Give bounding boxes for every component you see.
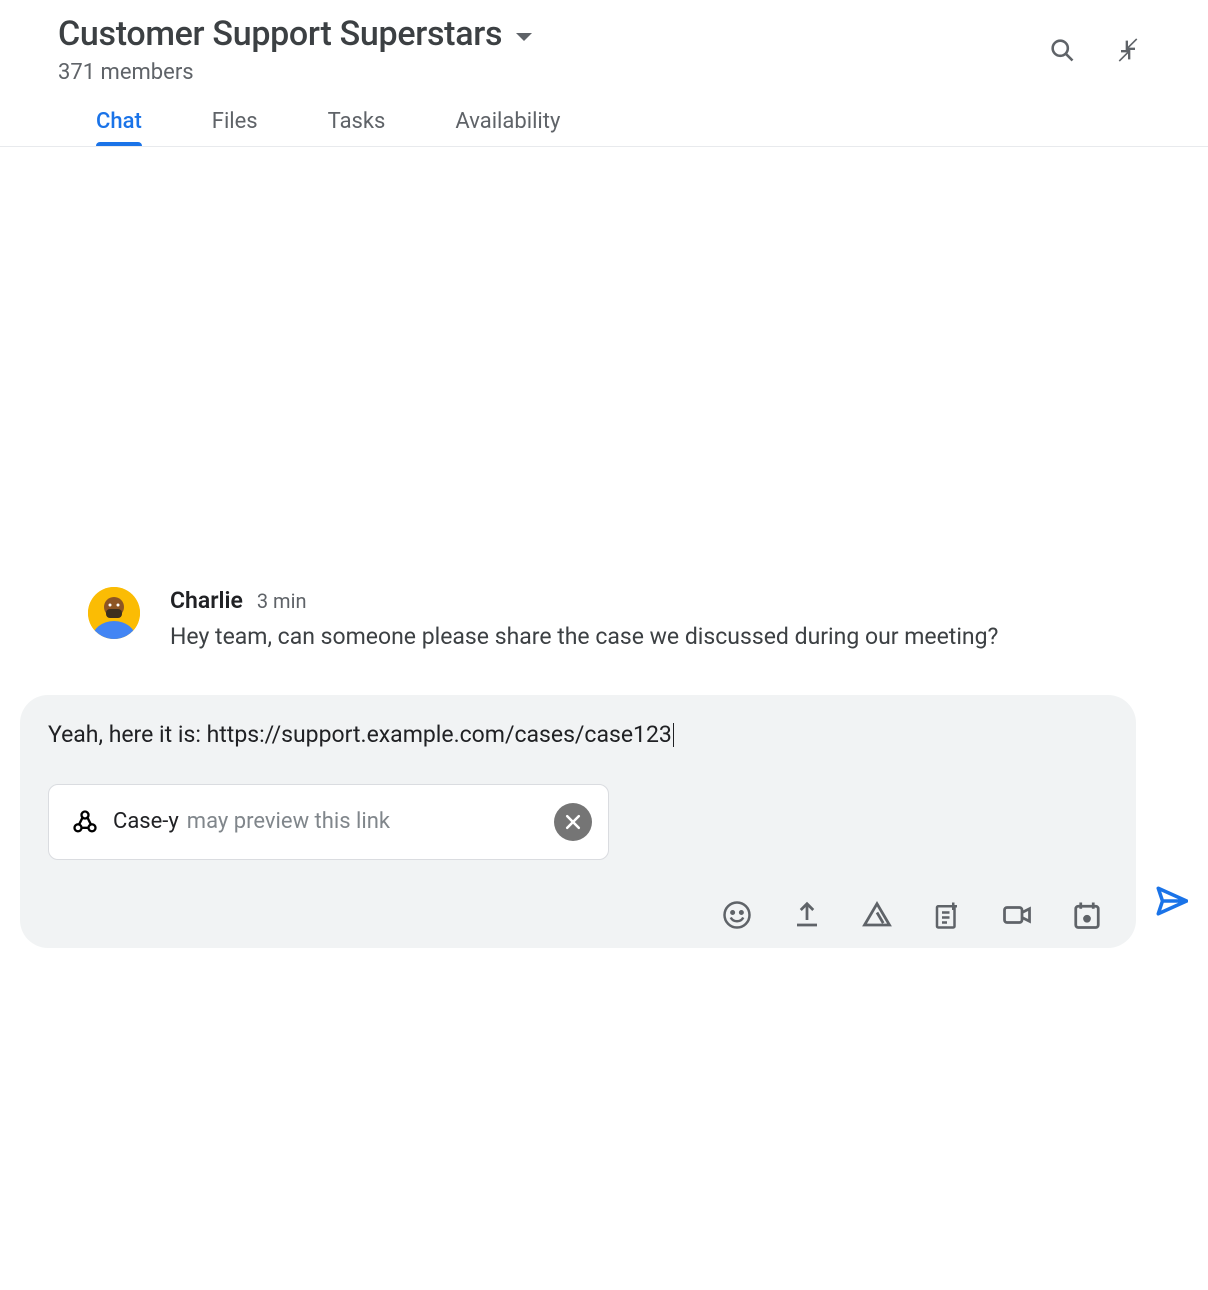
message-text: Hey team, can someone please share the c… [170, 620, 1000, 655]
tab-files[interactable]: Files [212, 109, 258, 146]
tab-chat[interactable]: Chat [96, 109, 142, 146]
chat-area: Charlie 3 min Hey team, can someone plea… [0, 147, 1208, 695]
drive-icon[interactable] [862, 900, 892, 930]
message-composer[interactable]: Yeah, here it is: https://support.exampl… [20, 695, 1136, 948]
preview-subtext: may preview this link [187, 809, 390, 834]
link-preview-chip: Case-y may preview this link [48, 784, 609, 860]
collapse-icon[interactable] [1114, 36, 1142, 64]
avatar[interactable] [88, 587, 140, 639]
preview-app-name: Case-y [113, 809, 179, 834]
send-button[interactable] [1154, 884, 1188, 918]
calendar-icon[interactable] [1072, 900, 1102, 930]
search-icon[interactable] [1048, 36, 1076, 64]
chevron-down-icon[interactable] [516, 33, 532, 41]
emoji-icon[interactable] [722, 900, 752, 930]
close-icon[interactable] [554, 803, 592, 841]
tab-tasks[interactable]: Tasks [328, 109, 386, 146]
tab-availability[interactable]: Availability [455, 109, 560, 146]
tabs: Chat Files Tasks Availability [58, 109, 1150, 146]
create-doc-icon[interactable] [932, 900, 962, 930]
header: Customer Support Superstars 371 members … [0, 0, 1208, 147]
space-title[interactable]: Customer Support Superstars [58, 14, 502, 54]
message-timestamp: 3 min [257, 589, 307, 613]
message: Charlie 3 min Hey team, can someone plea… [60, 587, 1148, 655]
webhook-icon [71, 808, 99, 836]
members-count[interactable]: 371 members [58, 60, 532, 85]
message-author: Charlie [170, 587, 243, 614]
composer-input[interactable]: Yeah, here it is: https://support.exampl… [48, 721, 1106, 748]
upload-icon[interactable] [792, 900, 822, 930]
video-icon[interactable] [1002, 900, 1032, 930]
